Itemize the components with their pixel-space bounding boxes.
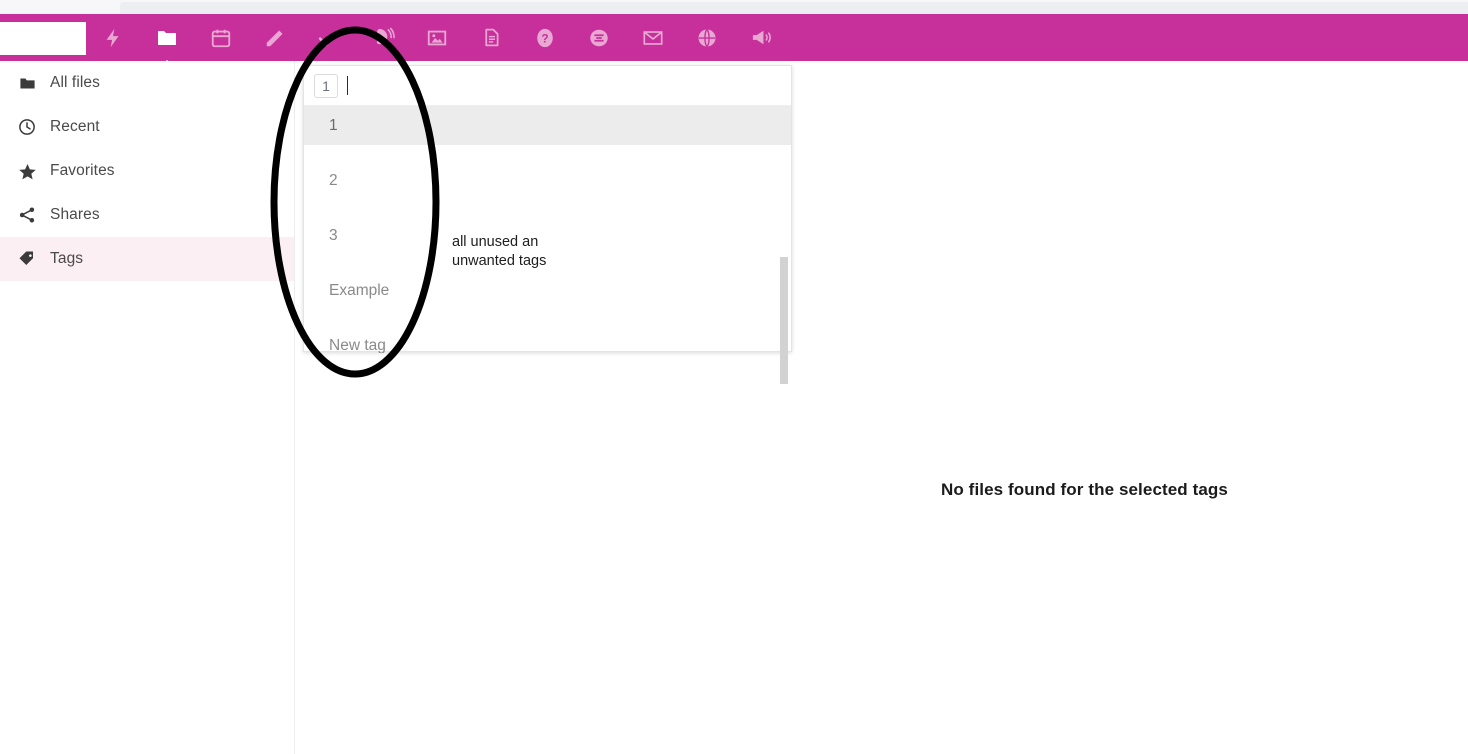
nav-item-text[interactable] bbox=[464, 14, 518, 61]
app-logo[interactable] bbox=[0, 22, 86, 55]
svg-text:?: ? bbox=[541, 31, 548, 45]
nav-item-calendar[interactable] bbox=[194, 14, 248, 61]
tag-option-list: 1 2 3 Example New tag bbox=[304, 106, 791, 353]
tag-list-scrollbar-thumb[interactable] bbox=[780, 257, 788, 384]
activity-icon bbox=[102, 27, 124, 49]
nav-item-talk[interactable] bbox=[356, 14, 410, 61]
folder-icon bbox=[10, 75, 44, 92]
text-cursor bbox=[347, 76, 348, 95]
tag-option-label: 3 bbox=[329, 226, 338, 244]
tag-list-scrollbar[interactable] bbox=[780, 106, 790, 384]
mail-envelope-icon bbox=[642, 27, 664, 49]
nav-item-announcements[interactable] bbox=[734, 14, 788, 61]
sidebar-item-all-files[interactable]: All files bbox=[0, 61, 294, 105]
nav-item-files[interactable] bbox=[140, 14, 194, 71]
sidebar-item-recent[interactable]: Recent bbox=[0, 105, 294, 149]
files-app-window: ? All files Recent Favorites Shares Tags… bbox=[0, 0, 1468, 754]
tasks-check-icon bbox=[317, 26, 341, 50]
sidebar-item-label: Recent bbox=[50, 118, 100, 135]
browser-tab-strip bbox=[120, 2, 1468, 14]
announcements-megaphone-icon bbox=[750, 26, 773, 49]
nav-item-circles[interactable] bbox=[572, 14, 626, 61]
talk-phone-icon bbox=[372, 26, 395, 49]
circles-icon bbox=[588, 27, 610, 49]
share-icon bbox=[10, 206, 44, 224]
tag-option-label: Example bbox=[329, 281, 390, 299]
sidebar-item-label: Tags bbox=[50, 250, 84, 267]
clock-icon bbox=[10, 118, 44, 136]
sidebar-item-label: Shares bbox=[50, 206, 100, 223]
tag-option-1[interactable]: 1 bbox=[304, 106, 791, 145]
nav-item-photos[interactable] bbox=[410, 14, 464, 61]
tag-option-3[interactable]: 3 bbox=[304, 216, 791, 255]
nav-item-tasks[interactable] bbox=[302, 14, 356, 61]
annotation-note: all unused an unwanted tags bbox=[452, 234, 547, 269]
list-gap bbox=[304, 255, 791, 271]
help-question-icon: ? bbox=[534, 27, 556, 49]
nav-item-activity[interactable] bbox=[86, 14, 140, 61]
nav-item-mail[interactable] bbox=[626, 14, 680, 61]
tag-chip-selected[interactable]: 1 bbox=[314, 73, 338, 98]
empty-state-message: No files found for the selected tags bbox=[941, 480, 1228, 499]
sidebar-item-tags[interactable]: Tags bbox=[0, 237, 294, 281]
tag-option-2[interactable]: 2 bbox=[304, 161, 791, 200]
nav-item-help[interactable]: ? bbox=[518, 14, 572, 61]
tag-icon bbox=[10, 250, 44, 268]
tag-option-label: 1 bbox=[329, 116, 338, 134]
text-document-icon bbox=[481, 27, 502, 48]
files-folder-icon bbox=[155, 26, 179, 50]
web-globe-icon bbox=[696, 27, 718, 49]
app-navigation-bar: ? bbox=[0, 14, 1468, 71]
tag-select-panel: 1 1 2 3 Example New tag bbox=[303, 65, 792, 384]
tag-option-label: 2 bbox=[329, 171, 338, 189]
tag-option-new-tag[interactable]: New tag bbox=[304, 326, 791, 354]
sidebar-item-label: All files bbox=[50, 74, 100, 91]
tag-search-input[interactable]: 1 bbox=[304, 66, 791, 106]
star-icon bbox=[10, 162, 44, 181]
app-nav-icon-list: ? bbox=[86, 14, 788, 71]
nav-item-notes[interactable] bbox=[248, 14, 302, 61]
list-gap bbox=[304, 310, 791, 326]
calendar-icon bbox=[210, 27, 232, 49]
list-gap bbox=[304, 145, 791, 161]
sidebar-item-favorites[interactable]: Favorites bbox=[0, 149, 294, 193]
tag-option-label: New tag bbox=[329, 336, 386, 354]
browser-chrome-strip bbox=[0, 0, 1468, 14]
tag-option-example[interactable]: Example bbox=[304, 271, 791, 310]
files-sidebar: All files Recent Favorites Shares Tags bbox=[0, 61, 295, 754]
sidebar-item-shares[interactable]: Shares bbox=[0, 193, 294, 237]
list-gap bbox=[304, 200, 791, 216]
notes-pencil-icon bbox=[264, 27, 286, 49]
sidebar-item-label: Favorites bbox=[50, 162, 115, 179]
photos-image-icon bbox=[426, 27, 448, 49]
nav-item-web[interactable] bbox=[680, 14, 734, 61]
